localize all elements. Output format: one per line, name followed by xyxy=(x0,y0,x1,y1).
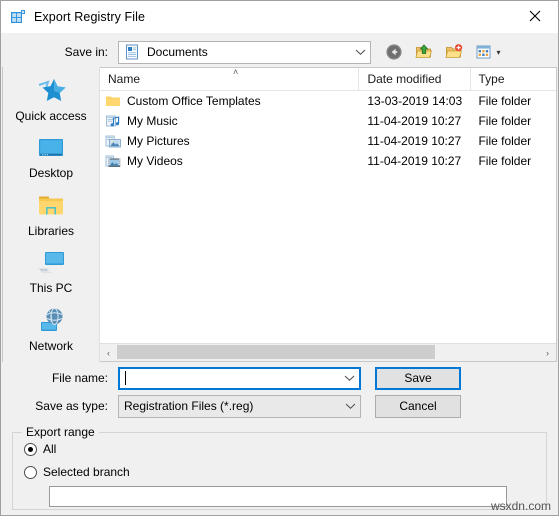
folder-icon xyxy=(105,93,121,109)
sidebar-item-libraries[interactable]: Libraries xyxy=(5,190,97,243)
file-rows: Custom Office Templates 13-03-2019 14:03… xyxy=(100,91,556,343)
selected-branch-input[interactable] xyxy=(49,486,507,507)
column-header-name[interactable]: Name ˄ xyxy=(100,68,360,90)
save-as-type-value: Registration Files (*.reg) xyxy=(124,399,254,413)
text-caret xyxy=(125,371,126,385)
file-name-input[interactable] xyxy=(118,366,361,390)
radio-all-label: All xyxy=(43,442,57,456)
export-range-group: Export range All Selected branch xyxy=(12,425,547,510)
radio-all-indicator[interactable] xyxy=(24,442,37,456)
chevron-down-icon[interactable] xyxy=(340,402,360,410)
file-date-cell: 13-03-2019 14:03 xyxy=(367,94,463,108)
column-header-date-modified[interactable]: Date modified xyxy=(359,68,471,90)
save-in-value: Documents xyxy=(147,45,208,59)
documents-folder-icon xyxy=(124,44,140,60)
this-pc-icon xyxy=(35,247,67,279)
sidebar-item-label: This PC xyxy=(29,281,73,296)
file-name-cell: Custom Office Templates xyxy=(100,93,359,109)
music-folder-icon xyxy=(105,113,121,129)
file-name-text: My Videos xyxy=(127,154,183,168)
scrollbar-track[interactable] xyxy=(117,344,539,361)
file-name-cell: My Videos xyxy=(100,153,359,169)
table-row[interactable]: My Pictures 11-04-2019 10:27 File folder xyxy=(100,131,556,151)
window-title: Export Registry File xyxy=(34,9,146,24)
file-date-cell: 11-04-2019 10:27 xyxy=(367,134,462,148)
file-date-cell: 11-04-2019 10:27 xyxy=(367,154,462,168)
table-row[interactable]: Custom Office Templates 13-03-2019 14:03… xyxy=(100,91,556,111)
horizontal-scrollbar[interactable]: ‹ › xyxy=(100,343,556,361)
file-list: Name ˄ Date modified Type Custom Office … xyxy=(100,67,557,362)
table-row[interactable]: My Music 11-04-2019 10:27 File folder xyxy=(100,111,556,131)
sidebar-item-label: Network xyxy=(28,338,73,353)
save-in-row: Save in: Documents ▾ xyxy=(1,37,558,67)
file-name-cell: My Music xyxy=(100,113,359,129)
scroll-right-arrow-icon[interactable]: › xyxy=(539,344,556,361)
sidebar-item-label: Quick access xyxy=(15,109,87,123)
file-date-cell: 11-04-2019 10:27 xyxy=(367,114,462,128)
quick-access-star-icon xyxy=(35,75,67,107)
pictures-folder-icon xyxy=(105,133,121,149)
file-name-text: My Pictures xyxy=(127,134,190,148)
radio-selected-branch-indicator[interactable] xyxy=(24,465,37,479)
file-type-cell: File folder xyxy=(478,94,532,108)
export-registry-file-dialog: Export Registry File Save in: Documents … xyxy=(0,0,559,516)
sidebar-item-network[interactable]: Network xyxy=(5,305,97,358)
views-icon[interactable]: ▾ xyxy=(472,41,505,63)
column-header-name-label: Name xyxy=(108,72,141,86)
up-one-level-icon[interactable] xyxy=(412,41,435,63)
radio-selected-branch-label: Selected branch xyxy=(43,465,130,479)
new-folder-icon[interactable] xyxy=(442,41,465,63)
scrollbar-thumb[interactable] xyxy=(117,345,435,359)
sidebar-item-this-pc[interactable]: This PC xyxy=(5,247,97,300)
sidebar-item-label: Libraries xyxy=(27,223,75,238)
watermark: wsxdn.com xyxy=(490,499,551,513)
file-type-cell: File folder xyxy=(478,134,532,148)
chevron-down-icon[interactable] xyxy=(350,48,370,56)
save-button[interactable]: Save xyxy=(375,366,461,390)
dialog-body: Quick access Desktop Libraries This PC N… xyxy=(1,67,558,362)
desktop-monitor-icon xyxy=(35,132,67,164)
save-in-label: Save in: xyxy=(64,45,108,59)
chevron-down-icon[interactable] xyxy=(339,374,359,382)
sidebar-item-label: Desktop xyxy=(28,166,74,181)
column-header-type[interactable]: Type xyxy=(471,68,557,90)
close-button[interactable] xyxy=(512,1,558,31)
radio-all[interactable]: All xyxy=(24,442,546,456)
navigation-toolbar: ▾ xyxy=(382,41,505,63)
column-headers: Name ˄ Date modified Type xyxy=(100,68,556,91)
file-name-cell: My Pictures xyxy=(100,133,359,149)
sidebar-item-desktop[interactable]: Desktop xyxy=(5,132,97,185)
libraries-folder-icon xyxy=(35,190,67,222)
file-type-cell: File folder xyxy=(478,154,532,168)
save-as-type-label: Save as type: xyxy=(35,399,108,413)
save-in-combobox[interactable]: Documents xyxy=(118,40,371,64)
registry-editor-icon xyxy=(10,9,26,25)
sort-ascending-icon: ˄ xyxy=(233,68,239,77)
title-bar: Export Registry File xyxy=(1,1,558,33)
back-arrow-icon[interactable] xyxy=(382,41,405,63)
export-range-title: Export range xyxy=(22,425,99,439)
views-dropdown-arrow[interactable]: ▾ xyxy=(496,48,500,57)
table-row[interactable]: My Videos 11-04-2019 10:27 File folder xyxy=(100,151,556,171)
file-name-row: File name: Save xyxy=(1,366,558,390)
save-as-type-row: Save as type: Registration Files (*.reg)… xyxy=(1,394,558,418)
file-type-cell: File folder xyxy=(478,114,532,128)
places-bar: Quick access Desktop Libraries This PC N… xyxy=(2,67,100,362)
file-name-label: File name: xyxy=(51,371,108,385)
network-globe-icon xyxy=(35,305,67,337)
radio-selected-branch[interactable]: Selected branch xyxy=(24,465,546,479)
file-name-text: Custom Office Templates xyxy=(127,94,261,108)
scroll-left-arrow-icon[interactable]: ‹ xyxy=(100,344,117,361)
sidebar-item-quick-access[interactable]: Quick access xyxy=(5,75,97,128)
file-name-text: My Music xyxy=(127,114,178,128)
save-as-type-combobox[interactable]: Registration Files (*.reg) xyxy=(118,394,361,418)
videos-folder-icon xyxy=(105,153,121,169)
cancel-button[interactable]: Cancel xyxy=(375,394,461,418)
